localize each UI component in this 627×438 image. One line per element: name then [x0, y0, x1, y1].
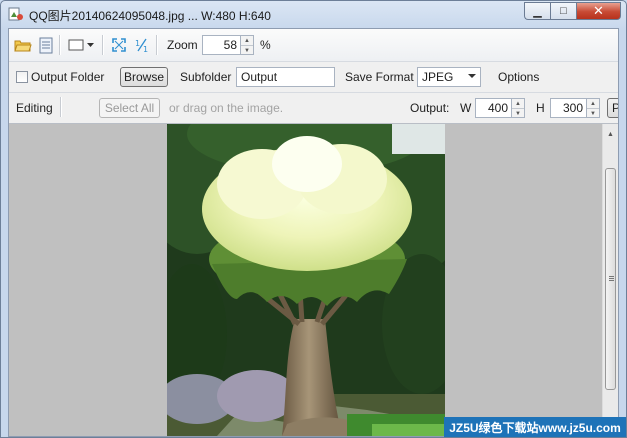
app-icon	[8, 7, 23, 21]
maximize-button[interactable]: □	[550, 2, 576, 20]
chevron-down-icon[interactable]: ▼	[512, 109, 524, 118]
browse-button[interactable]: Browse	[120, 67, 168, 87]
save-format-value: JPEG	[422, 70, 454, 84]
subfolder-input[interactable]: Output	[236, 67, 335, 87]
svg-text:1: 1	[143, 45, 148, 53]
output-folder-checkbox[interactable]	[16, 71, 28, 83]
window-controls: ▁ □ ✕	[524, 2, 621, 20]
output-options-bar: Output Folder Browse Subfolder Output Sa…	[9, 62, 618, 93]
chevron-up-icon[interactable]: ▲	[512, 99, 524, 109]
svg-text:1: 1	[135, 39, 140, 48]
close-button[interactable]: ✕	[576, 2, 621, 20]
options-link[interactable]: Options	[498, 70, 539, 84]
width-label: W	[460, 101, 472, 115]
toolbar-separator	[156, 35, 158, 55]
output-folder-label[interactable]: Output Folder	[31, 70, 104, 84]
toolbar-separator	[102, 35, 104, 55]
vertical-scrollbar[interactable]: ▲ ▼	[602, 124, 618, 436]
select-all-button[interactable]: Select All	[99, 98, 160, 118]
actual-size-icon[interactable]: 11	[133, 36, 151, 54]
zoom-unit: %	[260, 38, 271, 52]
chevron-down-icon	[468, 74, 476, 78]
minimize-button[interactable]: ▁	[524, 2, 550, 20]
output-height-input[interactable]: 300	[550, 98, 587, 118]
width-stepper[interactable]: ▲ ▼	[512, 98, 525, 118]
subfolder-label: Subfolder	[180, 70, 232, 84]
main-toolbar: 11 Zoom 58 ▲ ▼ %	[9, 29, 618, 62]
frame-dropdown-icon[interactable]	[68, 36, 98, 54]
site-watermark: JZ5U绿色下载站www.jz5u.com	[444, 417, 626, 437]
open-folder-icon[interactable]	[14, 36, 32, 54]
minimize-icon: ▁	[533, 5, 542, 18]
client-area: 11 Zoom 58 ▲ ▼ % Output Folder Browse Sub…	[8, 28, 619, 437]
title-bar[interactable]: QQ图片20140624095048.jpg ... W:480 H:640 ▁…	[1, 1, 626, 28]
editing-label: Editing	[16, 101, 53, 115]
fit-to-window-icon[interactable]	[110, 36, 128, 54]
output-width-input[interactable]: 400	[475, 98, 512, 118]
scrollbar-thumb[interactable]	[605, 168, 616, 390]
image-canvas[interactable]	[9, 124, 602, 436]
window-title: QQ图片20140624095048.jpg ... W:480 H:640	[29, 9, 271, 23]
zoom-stepper[interactable]: ▲ ▼	[241, 35, 254, 55]
maximize-icon: □	[560, 5, 567, 17]
toolbar-separator	[59, 35, 61, 55]
editing-bar: Editing Select All or drag on the image.…	[9, 93, 618, 124]
output-label: Output:	[410, 101, 450, 115]
save-format-label: Save Format	[345, 70, 414, 84]
chevron-down-icon[interactable]: ▼	[587, 109, 599, 118]
chevron-up-icon[interactable]: ▲	[241, 36, 253, 46]
document-icon[interactable]	[37, 36, 55, 54]
close-icon: ✕	[593, 3, 604, 18]
chevron-down-icon[interactable]: ▼	[241, 46, 253, 55]
drag-hint: or drag on the image.	[169, 101, 284, 115]
height-stepper[interactable]: ▲ ▼	[587, 98, 600, 118]
toolbar-separator	[60, 97, 62, 117]
save-format-select[interactable]: JPEG	[417, 67, 481, 87]
tree-photo[interactable]	[167, 124, 445, 436]
chevron-up-icon[interactable]: ▲	[587, 99, 599, 109]
scroll-up-arrow-icon[interactable]: ▲	[603, 126, 618, 142]
preview-button[interactable]: Pr	[607, 98, 618, 118]
height-label: H	[536, 101, 545, 115]
zoom-input[interactable]: 58	[202, 35, 241, 55]
app-window: QQ图片20140624095048.jpg ... W:480 H:640 ▁…	[0, 0, 627, 438]
zoom-label: Zoom	[167, 38, 198, 52]
